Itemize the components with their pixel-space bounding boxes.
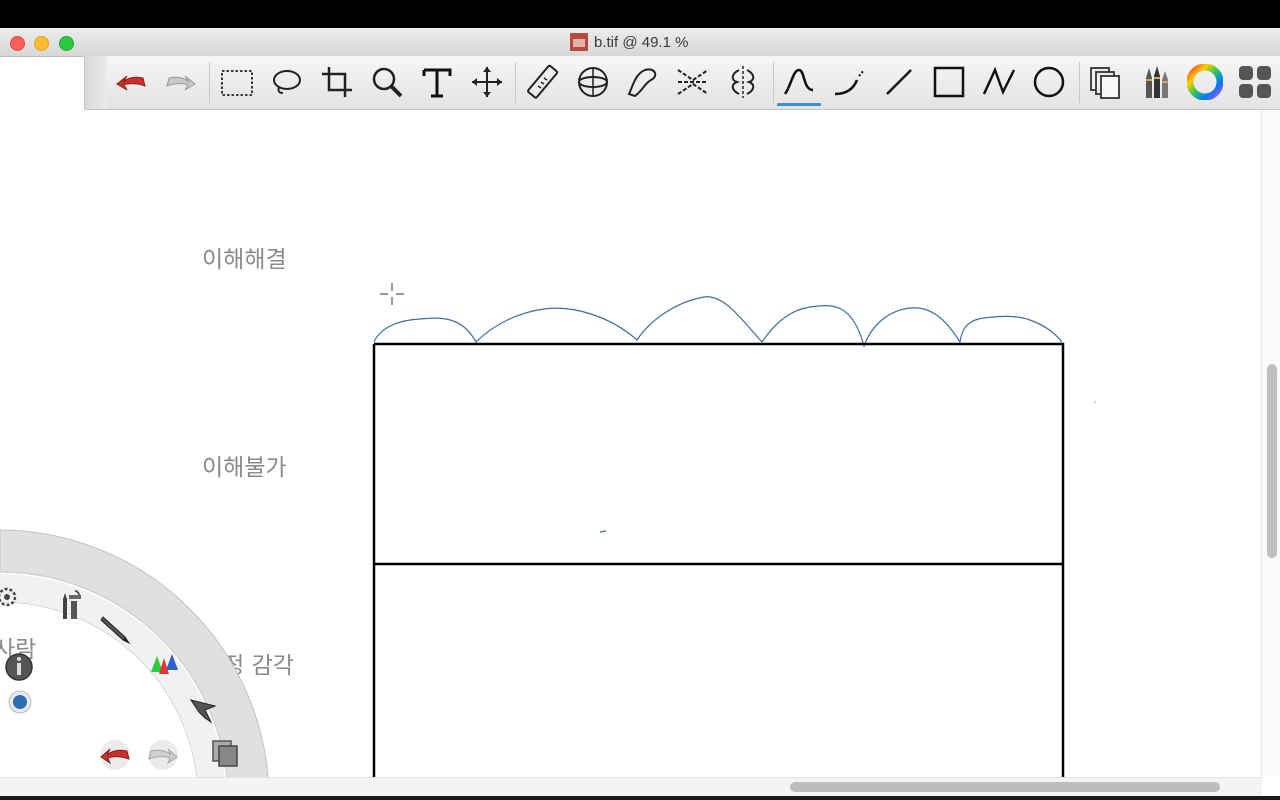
perspective-icon [677, 69, 709, 95]
undo-icon [100, 740, 130, 770]
horizontal-scroll-thumb[interactable] [790, 782, 1220, 792]
polyline-button[interactable] [977, 60, 1021, 104]
ruler-icon [527, 64, 559, 99]
toolbar-separator [773, 62, 774, 103]
move-button[interactable] [465, 60, 509, 104]
color-wheel-icon [1187, 64, 1223, 100]
redo-icon [148, 740, 178, 770]
pencil-icon [100, 616, 131, 645]
brushes-button[interactable] [1133, 60, 1177, 104]
perspective-button[interactable] [671, 60, 715, 104]
toolbar-separator [1079, 62, 1080, 103]
circle-button[interactable] [1027, 60, 1071, 104]
move-icon [472, 67, 502, 97]
zoom-icon [372, 67, 403, 98]
lagoon-copy-button[interactable] [208, 736, 242, 770]
tiff-document-icon [570, 33, 588, 51]
ruler-button[interactable] [521, 60, 565, 104]
freehand-stroke [373, 296, 1063, 348]
info-icon [5, 653, 33, 681]
straight-line-icon [886, 69, 912, 95]
lagoon-pencil-button[interactable] [98, 612, 132, 646]
symmetry-button[interactable] [721, 60, 765, 104]
text-icon [422, 68, 452, 98]
active-tool-indicator [777, 103, 821, 106]
panels-icon [1239, 66, 1271, 98]
polyline-icon [982, 66, 1016, 96]
layers-button[interactable] [1083, 60, 1127, 104]
zoom-button[interactable] [365, 60, 409, 104]
text-button[interactable] [415, 60, 459, 104]
desktop-bottom-edge [0, 796, 1280, 800]
freehand-line-button[interactable] [777, 60, 821, 106]
copy-icon [212, 740, 238, 767]
crosshair-cursor-icon [380, 283, 404, 305]
vertical-scroll-thumb[interactable] [1267, 364, 1277, 558]
box-outline [372, 342, 1065, 778]
lagoon-undo-button[interactable] [98, 738, 132, 772]
lagoon-toolbox-button[interactable] [54, 588, 88, 622]
french-curve-button[interactable] [621, 60, 665, 104]
lagoon-brush-size-button[interactable] [3, 685, 37, 719]
lagoon-pointer-button[interactable] [186, 693, 220, 727]
pointer-icon [189, 699, 217, 724]
curve-line-button[interactable] [827, 60, 871, 104]
toolbar-separator [515, 62, 516, 103]
toolbox-icon [63, 590, 81, 619]
ellipse-guide-icon [578, 67, 608, 97]
ellipse-guide-button[interactable] [571, 60, 615, 104]
straight-line-button[interactable] [877, 60, 921, 104]
stroke-speck [599, 530, 607, 533]
circle-icon [1033, 66, 1065, 98]
lagoon-redo-button[interactable] [146, 738, 180, 772]
stroke-speck [1094, 401, 1096, 403]
color-cones-icon [151, 654, 178, 674]
brush-size-dot-icon [8, 690, 32, 714]
rectangle-icon [933, 66, 965, 98]
window-title: b.tif @ 49.1 % [594, 33, 689, 51]
panels-button[interactable] [1233, 60, 1277, 104]
window-title-group: b.tif @ 49.1 % [570, 33, 688, 51]
lagoon-settings-button[interactable] [0, 580, 24, 614]
freehand-line-icon [783, 68, 814, 95]
curve-line-icon [834, 69, 865, 96]
crop-button[interactable] [315, 60, 359, 104]
settings-icon [0, 587, 17, 607]
symmetry-icon [731, 66, 755, 98]
french-curve-icon [627, 68, 657, 98]
lagoon-colors-button[interactable] [146, 645, 180, 679]
lagoon-info-button[interactable] [2, 650, 36, 684]
lagoon-tool-wheel[interactable] [0, 0, 280, 800]
color-wheel-button[interactable] [1183, 60, 1227, 104]
layers-icon [1090, 67, 1120, 99]
rectangle-button[interactable] [927, 60, 971, 104]
brushes-icon [1146, 66, 1168, 98]
crop-icon [322, 67, 352, 97]
